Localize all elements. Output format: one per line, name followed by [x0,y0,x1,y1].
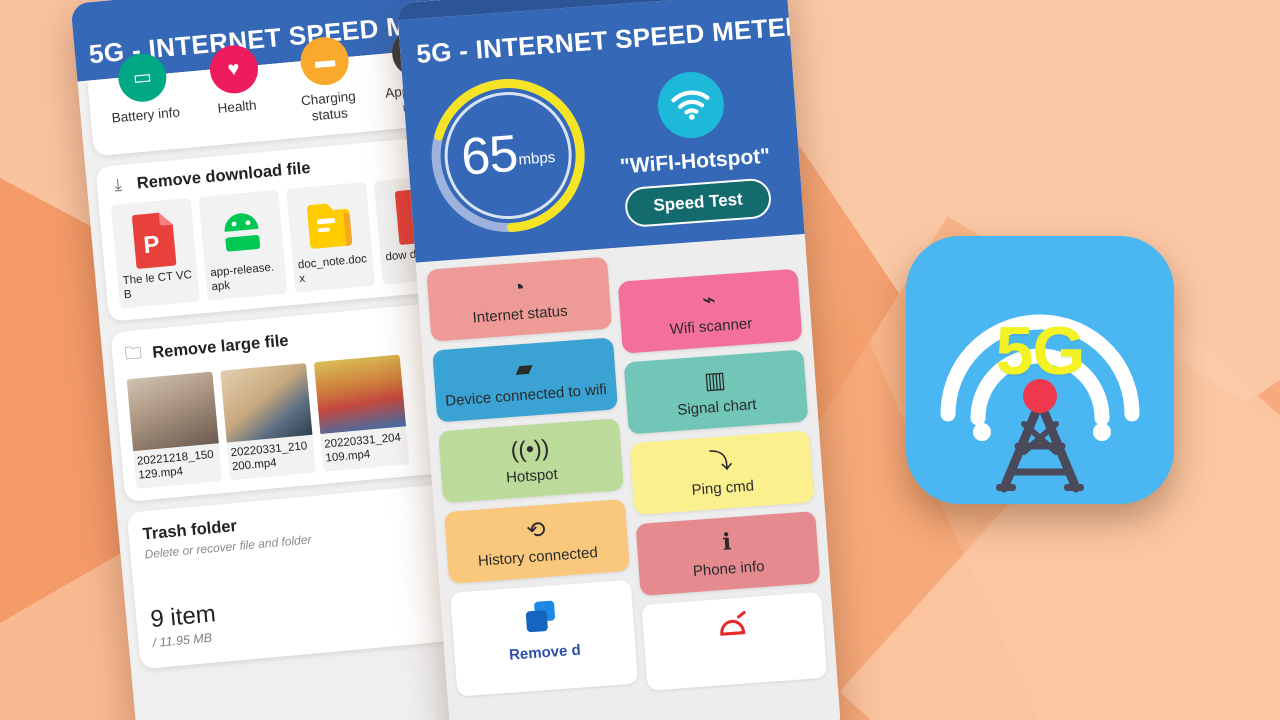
tile-hotspot[interactable]: ((•)) Hotspot [438,418,624,504]
tile-label: Ping cmd [691,477,755,499]
tile-label: Hotspot [505,465,559,487]
tile-label: Signal chart [676,396,758,419]
tile-signal-chart[interactable]: ▥ Signal chart [623,349,809,435]
trash-item-count: 9 item [149,600,217,634]
list-item[interactable]: P The le CT VCB [110,198,200,310]
tile-label: Wifi scanner [669,315,753,339]
battery-item-health[interactable]: ♥ Health [191,43,282,136]
video-thumbnail [313,354,407,435]
list-item[interactable]: 20220331_210200.mp4 [220,363,316,481]
tile-label: Device connected to wifi [444,380,608,410]
tile-column-left: ◔ Internet status ▰ Device connected to … [426,256,638,697]
battery-item-charging-status[interactable]: ▬ Charging status [282,35,373,127]
speed-gauge: 65mbps [418,66,598,246]
file-name: 20221218_150129.mp4 [136,449,215,483]
tile-ping-cmd[interactable]: ⤵ Ping cmd [629,430,815,516]
file-name: app-release.apk [209,261,275,294]
battery-item-label: Health [216,97,258,116]
wifi-icon [655,69,727,141]
hotspot-icon: ((•)) [509,434,551,464]
router-wifi-icon: ▰ [514,354,534,382]
list-item[interactable]: app-release.apk [198,190,288,302]
file-name: 20220331_210200.mp4 [230,440,308,474]
tile-remove-duplicate[interactable]: Remove d [450,579,638,697]
list-item[interactable]: doc_note.docx [286,182,376,294]
doc-icon [292,191,367,259]
gauge-value-wrap: 65mbps [422,118,594,190]
trash-counts: 9 item / 11.95 MB [149,601,218,651]
tile-wifi-scanner[interactable]: ⌁ Wifi scanner [617,268,803,354]
tile-internet-status[interactable]: ◔ Internet status [426,256,612,342]
android-icon [204,199,279,267]
card-title: Remove large file [151,331,290,363]
file-name: 20220331_204109.mp4 [323,432,402,466]
wifi-scan-icon: ⌁ [701,285,717,313]
svg-text:P: P [142,231,160,259]
speed-test-button[interactable]: Speed Test [624,177,773,229]
tile-history-connected[interactable]: ⟲ History connected [444,498,630,585]
phone-info-icon: ℹ [721,528,733,555]
file-name: doc_note.docx [297,253,368,286]
tile-label: Internet status [472,302,569,327]
signal-chart-icon: ▥ [703,366,727,394]
download-icon: ⤓ [113,175,123,196]
wifi-column: "WiFI-Hotspot" Speed Test [600,52,788,229]
promo-screenshot: 5G - INTERNET SPEED METER ▭ Battery info… [0,0,1280,720]
list-item[interactable]: 20220331_204109.mp4 [313,354,410,473]
cleaner-icon [650,605,817,655]
card-title: Remove download file [136,158,312,193]
video-thumbnail [126,371,219,452]
front-phone-mockup: ▁▃▅ 34% ▮ 5G - INTERNET SPEED METER 65mb… [396,0,842,720]
tile-label: History connected [477,544,599,570]
gauge-value: 65 [459,124,520,187]
hero-row: 65mbps "WiFI-Hotspot" Speed Test [418,52,787,246]
folder-icon: 🗀 [124,343,143,364]
battery-item-label: Charging status [300,88,357,124]
battery-item-battery-info[interactable]: ▭ Battery info [99,51,190,144]
file-name: The le CT VCB [122,269,193,302]
gauge-alert-icon: ◔ [510,273,526,301]
hero-section: 5G - INTERNET SPEED METER 65mbps "WiFI-H… [397,0,805,263]
duplicate-icon [459,593,626,643]
video-thumbnail [220,363,313,443]
gauge-unit: mbps [517,148,556,169]
app-icon-label: 5G [995,313,1086,389]
tile-phone-info[interactable]: ℹ Phone info [634,511,821,597]
tile-device-connected-to-wifi[interactable]: ▰ Device connected to wifi [432,337,618,423]
ping-icon: ⤵ [708,446,734,475]
list-item[interactable]: 20221218_150129.mp4 [126,371,223,490]
tile-label: Remove d [508,641,582,664]
history-icon: ⟲ [525,515,547,544]
app-icon-5g[interactable]: 5G [906,236,1174,504]
battery-item-label: Battery info [111,104,181,126]
tile-cleaner[interactable] [640,591,828,691]
tile-label: Phone info [692,557,766,581]
ssid-label: "WiFI-Hotspot" [619,144,771,179]
feature-tile-grid: ◔ Internet status ▰ Device connected to … [415,234,838,706]
tile-column-right: ⌁ Wifi scanner ▥ Signal chart ⤵ Ping cmd… [617,268,828,691]
pdf-icon: P [117,207,192,275]
